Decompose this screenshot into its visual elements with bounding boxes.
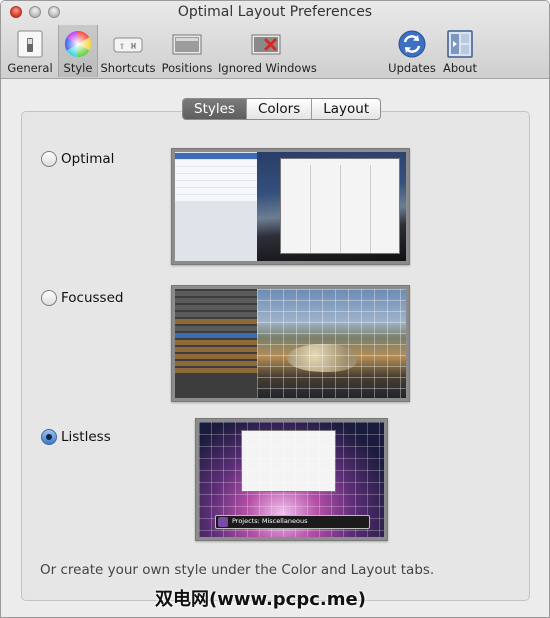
watermark-text: 双电网(www.pcpc.me) (155, 589, 366, 610)
svg-text:⌘: ⌘ (130, 43, 137, 51)
toolbar-updates-label: Updates (388, 61, 436, 75)
toolbar-ignored-windows-label: Ignored Windows (218, 61, 317, 75)
footer-hint-text: Or create your own style under the Color… (40, 562, 435, 578)
preview-window-list (175, 152, 257, 261)
preview-finder-window (280, 158, 400, 254)
toolbar-shortcuts[interactable]: ⇧ ⌘ Shortcuts (100, 25, 156, 77)
optimal-label: Optimal (61, 151, 115, 167)
updates-sync-icon (397, 29, 427, 59)
tab-styles[interactable]: Styles (183, 99, 246, 119)
optimal-radio[interactable] (41, 151, 57, 167)
toolbar-ignored-windows[interactable]: Ignored Windows (218, 25, 317, 77)
toolbar-general-label: General (7, 61, 53, 75)
preferences-window: Optimal Layout Preferences General Style… (0, 0, 550, 618)
toolbar-about[interactable]: About (440, 25, 480, 77)
toolbar-style-label: Style (63, 61, 93, 75)
window-title: Optimal Layout Preferences (177, 4, 373, 20)
listless-label: Listless (61, 429, 111, 445)
toolbar-about-label: About (442, 61, 477, 75)
window-position-icon (172, 29, 202, 59)
about-icon (445, 29, 475, 59)
tab-colors[interactable]: Colors (245, 99, 311, 119)
preview-caption-text: Projects: Miscellaneous (232, 517, 308, 525)
switch-icon (15, 29, 45, 59)
focussed-radio[interactable] (41, 290, 57, 306)
tab-layout[interactable]: Layout (311, 99, 380, 119)
ignored-window-icon (251, 29, 281, 59)
color-wheel-icon (63, 29, 93, 59)
listless-radio[interactable] (41, 429, 57, 445)
segmented-tab-control: Styles Colors Layout (182, 98, 382, 120)
toolbar-general[interactable]: General (5, 25, 55, 77)
preview-caption-bar: Projects: Miscellaneous (215, 515, 370, 529)
toolbar-positions[interactable]: Positions (160, 25, 214, 77)
title-bar-toolbar: Optimal Layout Preferences General Style… (1, 1, 549, 79)
toolbar-style[interactable]: Style (58, 25, 98, 77)
folder-icon (218, 517, 228, 527)
preview-window-list (175, 289, 257, 398)
style-option-optimal[interactable]: Optimal (41, 151, 114, 167)
focussed-preview-image[interactable] (171, 285, 410, 402)
style-option-focussed[interactable]: Focussed (41, 290, 123, 306)
keyboard-shortcut-icon: ⇧ ⌘ (113, 29, 143, 59)
optimal-preview-image[interactable] (171, 148, 410, 265)
style-option-listless[interactable]: Listless (41, 429, 111, 445)
toolbar-positions-label: Positions (161, 61, 213, 75)
toolbar-updates[interactable]: Updates (388, 25, 436, 77)
focussed-label: Focussed (61, 290, 124, 306)
preview-grid-overlay (257, 289, 406, 398)
listless-preview-image[interactable]: Projects: Miscellaneous (195, 418, 388, 541)
svg-text:⇧: ⇧ (119, 43, 125, 51)
toolbar-shortcuts-label: Shortcuts (100, 61, 156, 75)
